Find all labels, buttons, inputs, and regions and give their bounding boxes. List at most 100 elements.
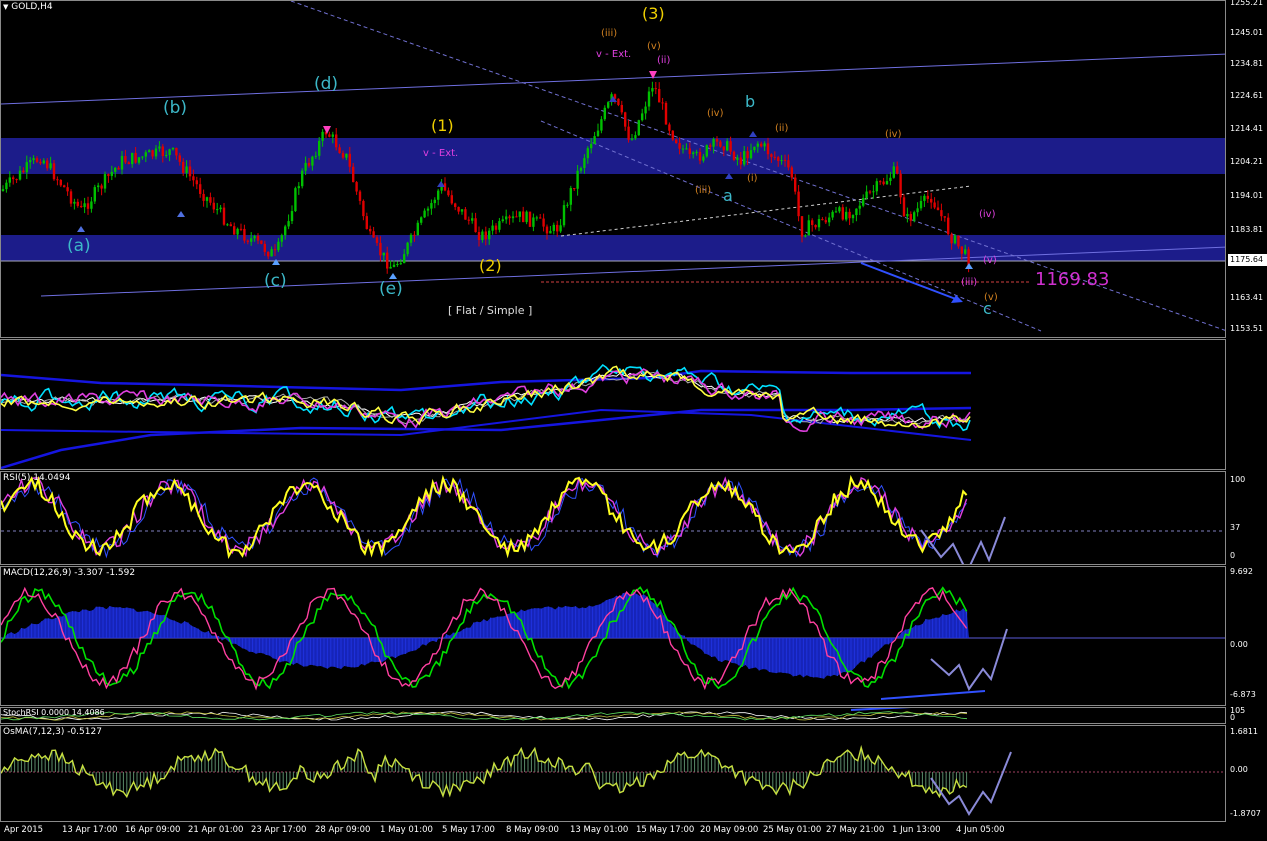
candle — [957, 235, 960, 247]
candle — [545, 226, 549, 234]
candle — [930, 198, 933, 203]
candle — [32, 158, 35, 161]
wave-label: (v) — [983, 255, 997, 266]
time-axis[interactable]: Apr 2015 13 Apr 17:00 16 Apr 09:00 21 Apr 0… — [0, 822, 1226, 841]
candle — [549, 230, 552, 234]
candle — [379, 242, 382, 256]
support-band — [1, 235, 1225, 261]
scale-tick: -1.8707 — [1230, 809, 1261, 818]
candle — [454, 203, 457, 207]
candle — [433, 199, 436, 204]
candle — [484, 231, 487, 240]
candle — [151, 150, 154, 157]
candle — [797, 191, 800, 217]
candle — [552, 224, 555, 231]
candle — [488, 230, 491, 240]
candle — [525, 211, 528, 223]
osma-chart-svg — [1, 744, 1225, 816]
candle — [76, 201, 79, 206]
scale-tick: 1.6811 — [1230, 727, 1258, 736]
osma-label: OsMA(7,12,3) -0.5127 — [3, 727, 102, 737]
candle — [712, 138, 715, 147]
candle — [328, 134, 331, 137]
target-price-label: 1169.83 — [1035, 269, 1110, 290]
candle — [474, 218, 477, 233]
candle — [192, 176, 195, 181]
candle — [117, 167, 120, 170]
stochrsi-panel[interactable]: StochRSI 0.0000 14.4086 — [0, 707, 1226, 724]
wave-dotted-line — [560, 185, 972, 237]
candle — [409, 234, 413, 243]
symbol-label: ▼ GOLD,H4 — [3, 2, 53, 12]
candle — [913, 212, 916, 221]
ma-panel[interactable] — [0, 339, 1226, 470]
candle — [477, 232, 481, 241]
candle — [301, 170, 304, 187]
macd-panel[interactable]: MACD(12,26,9) -3.307 -1.592 — [0, 566, 1226, 706]
candle — [413, 234, 416, 236]
candle — [430, 203, 433, 209]
candle — [212, 202, 215, 210]
candle — [906, 214, 909, 217]
candle — [273, 249, 277, 251]
candle — [348, 153, 351, 167]
candle — [753, 146, 756, 151]
candle — [532, 217, 535, 227]
candle — [246, 240, 249, 242]
candle — [889, 177, 892, 182]
wave-label: (e) — [379, 279, 403, 299]
candle — [943, 216, 946, 218]
candle — [178, 155, 181, 162]
candle — [494, 225, 498, 230]
candle — [743, 151, 746, 165]
candle — [90, 201, 93, 209]
price-scale[interactable]: 1255.21 1245.01 1234.81 1224.61 1214.41 1204.… — [1226, 0, 1267, 338]
candle — [420, 217, 423, 223]
osma-panel[interactable]: OsMA(7,12,3) -0.5127 — [0, 725, 1226, 822]
candle — [824, 220, 827, 223]
candle — [855, 208, 858, 216]
scale-tick: 1204.21 — [1230, 157, 1264, 166]
candle — [729, 141, 732, 152]
candle — [335, 134, 338, 148]
rsi-panel[interactable]: RSI(5) 14.0494 — [0, 471, 1226, 565]
candle — [964, 249, 967, 254]
stochrsi-chart-svg — [1, 708, 968, 721]
candle — [219, 207, 222, 210]
scale-tick: 0.00 — [1230, 765, 1248, 774]
candle — [233, 226, 236, 235]
macd-scale: 9.692 0.00 -6.873 — [1226, 566, 1267, 706]
wave-label: (iii) — [695, 185, 711, 196]
candle — [42, 160, 45, 164]
candle — [620, 104, 623, 113]
macd-label: MACD(12,26,9) -3.307 -1.592 — [3, 568, 136, 578]
candle — [175, 147, 178, 156]
wave-label: (iv) — [885, 129, 902, 140]
candle — [831, 211, 834, 218]
candle — [144, 152, 147, 157]
candle — [879, 181, 882, 183]
candle — [256, 235, 260, 241]
candle — [664, 102, 668, 125]
candle — [498, 221, 501, 230]
candle — [134, 152, 137, 163]
candle — [780, 160, 783, 162]
candle — [365, 216, 368, 229]
candle — [338, 147, 341, 154]
chevron-down-icon[interactable]: ▼ — [3, 3, 8, 11]
candle — [681, 148, 685, 150]
time-label: 13 May 01:00 — [570, 825, 629, 835]
candle — [933, 202, 936, 208]
time-label: 1 May 01:00 — [380, 825, 433, 835]
candle — [216, 209, 219, 211]
candle — [158, 146, 161, 149]
wave-label: (v) — [984, 292, 998, 303]
candle — [66, 187, 69, 192]
candle — [705, 145, 708, 157]
scale-tick: 1163.41 — [1230, 293, 1264, 302]
candle — [624, 112, 627, 127]
candle — [263, 243, 266, 252]
candle — [253, 235, 256, 239]
candle — [586, 148, 589, 159]
candle — [229, 224, 232, 227]
